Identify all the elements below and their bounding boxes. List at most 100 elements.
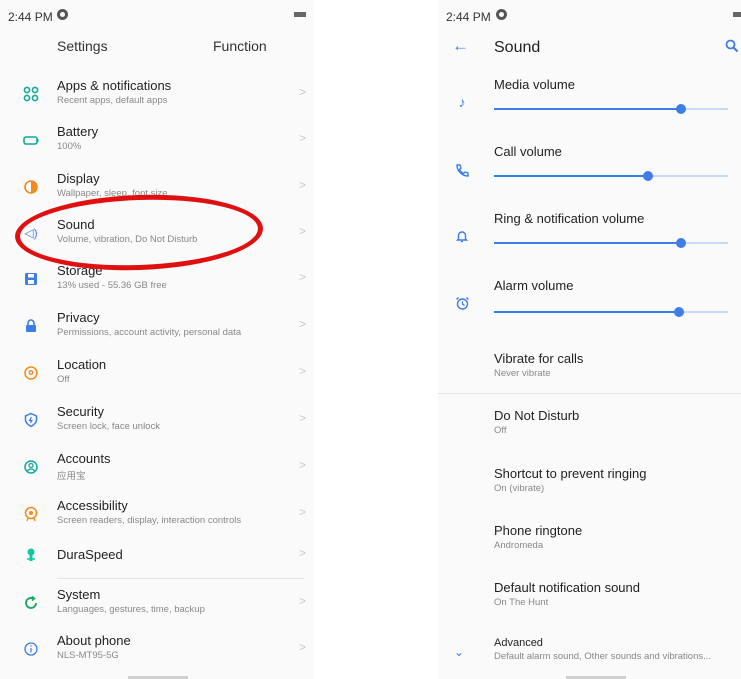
settings-item-subtitle: NLS-MT95-5G	[57, 650, 119, 661]
shortcut-prevent-ringing-item[interactable]: Shortcut to prevent ringing On (vibrate)	[438, 466, 741, 502]
pref-title: Advanced	[494, 637, 543, 649]
chevron-right-icon: >	[299, 317, 307, 331]
security-icon	[22, 411, 40, 429]
back-arrow-icon[interactable]: ←	[452, 36, 469, 56]
page-title: Sound	[494, 39, 541, 56]
slider-thumb[interactable]	[676, 238, 687, 248]
chevron-right-icon: >	[299, 224, 307, 238]
pref-subtitle: Default alarm sound, Other sounds and vi…	[494, 651, 712, 662]
settings-item-accessibility[interactable]: Accessibility Screen readers, display, i…	[0, 491, 314, 537]
battery-status-icon	[294, 12, 306, 17]
ring-volume-slider[interactable]	[494, 238, 728, 248]
phone-icon	[453, 161, 471, 179]
settings-item-subtitle: 应用宝	[57, 471, 86, 482]
sound-screen: 2:44 PM ← Sound ♪ Media volume Call volu…	[438, 0, 741, 679]
info-icon	[22, 640, 40, 658]
pref-subtitle: Andromeda	[494, 540, 544, 551]
settings-item-title: Apps & notifications	[57, 78, 172, 93]
vibrate-for-calls-item[interactable]: Vibrate for calls Never vibrate	[438, 351, 741, 387]
media-volume-slider[interactable]	[494, 104, 728, 114]
apps-icon	[22, 85, 40, 103]
divider	[57, 578, 304, 579]
pref-subtitle: On The Hunt	[494, 597, 549, 608]
call-volume-row: Call volume	[438, 144, 741, 210]
default-notification-sound-item[interactable]: Default notification sound On The Hunt	[438, 580, 741, 616]
notification-icon	[57, 9, 68, 20]
settings-item-subtitle: 13% used - 55.36 GB free	[57, 280, 167, 291]
status-time: 2:44 PM	[8, 10, 53, 24]
status-time: 2:44 PM	[446, 10, 491, 24]
settings-item-security[interactable]: Security Screen lock, face unlock >	[0, 397, 314, 443]
pref-title: Do Not Disturb	[494, 408, 580, 423]
display-icon	[22, 178, 40, 196]
settings-item-title: DuraSpeed	[57, 547, 123, 562]
settings-item-title: Accounts	[57, 451, 111, 466]
settings-item-about-phone[interactable]: About phone NLS-MT95-5G >	[0, 626, 314, 672]
settings-item-subtitle: Screen readers, display, interaction con…	[57, 515, 242, 526]
settings-item-subtitle: Screen lock, face unlock	[57, 421, 160, 432]
tab-settings[interactable]: Settings	[57, 38, 108, 54]
phone-ringtone-item[interactable]: Phone ringtone Andromeda	[438, 523, 741, 559]
settings-item-location[interactable]: Location Off >	[0, 350, 314, 396]
settings-item-title: Location	[57, 357, 107, 372]
lock-icon	[22, 317, 40, 335]
settings-item-privacy[interactable]: Privacy Permissions, account activity, p…	[0, 303, 314, 349]
accounts-icon	[22, 458, 40, 476]
chevron-right-icon: >	[299, 640, 307, 654]
media-volume-row: ♪ Media volume	[438, 77, 741, 143]
pref-subtitle: Off	[494, 425, 507, 436]
pref-title: Vibrate for calls	[494, 351, 584, 366]
settings-item-subtitle: Permissions, account activity, personal …	[57, 327, 242, 338]
location-icon	[22, 364, 40, 382]
music-note-icon: ♪	[458, 94, 466, 110]
chevron-right-icon: >	[299, 458, 307, 472]
settings-item-title: Security	[57, 404, 104, 419]
settings-header: Settings Function	[0, 36, 314, 56]
chevron-right-icon: >	[299, 411, 307, 425]
settings-item-accounts[interactable]: Accounts 应用宝 >	[0, 444, 314, 490]
settings-item-system[interactable]: System Languages, gestures, time, backup…	[0, 580, 314, 626]
settings-item-subtitle: Recent apps, default apps	[57, 95, 168, 106]
status-bar: 2:44 PM	[0, 0, 314, 30]
notification-icon	[496, 9, 507, 20]
chevron-right-icon: >	[299, 270, 307, 284]
settings-item-subtitle: Languages, gestures, time, backup	[57, 604, 205, 615]
battery-icon	[22, 131, 40, 149]
tab-function[interactable]: Function	[213, 38, 267, 54]
pref-subtitle: Never vibrate	[494, 368, 551, 379]
advanced-item[interactable]: Advanced Default alarm sound, Other soun…	[438, 637, 741, 667]
chevron-down-icon[interactable]: ⌄	[454, 645, 464, 659]
app-bar: ← Sound	[438, 30, 741, 64]
slider-thumb[interactable]	[643, 171, 654, 181]
alarm-clock-icon	[453, 294, 471, 312]
settings-item-subtitle: Off	[57, 374, 70, 385]
battery-status-icon	[733, 12, 741, 17]
slider-thumb[interactable]	[676, 104, 687, 114]
do-not-disturb-item[interactable]: Do Not Disturb Off	[438, 408, 741, 444]
settings-screen: 2:44 PM Settings Function Apps & notific…	[0, 0, 314, 679]
settings-item-battery[interactable]: Battery 100% >	[0, 117, 314, 163]
alarm-volume-slider[interactable]	[494, 307, 728, 317]
settings-item-duraspeed[interactable]: DuraSpeed >	[0, 532, 314, 578]
chevron-right-icon: >	[299, 505, 307, 519]
divider	[438, 393, 741, 394]
slider-thumb[interactable]	[673, 307, 684, 317]
pref-title: Shortcut to prevent ringing	[494, 466, 647, 481]
settings-item-apps[interactable]: Apps & notifications Recent apps, defaul…	[0, 71, 314, 117]
volume-label: Media volume	[494, 77, 575, 92]
chevron-right-icon: >	[299, 364, 307, 378]
volume-label: Call volume	[494, 144, 562, 159]
duraspeed-icon	[22, 546, 40, 564]
chevron-right-icon: >	[299, 546, 307, 560]
call-volume-slider[interactable]	[494, 171, 728, 181]
pref-subtitle: On (vibrate)	[494, 483, 545, 494]
volume-label: Alarm volume	[494, 278, 574, 293]
alarm-volume-row: Alarm volume	[438, 278, 741, 344]
ring-volume-row: Ring & notification volume	[438, 211, 741, 277]
pref-title: Default notification sound	[494, 580, 640, 595]
chevron-right-icon: >	[299, 85, 307, 99]
volume-label: Ring & notification volume	[494, 211, 645, 226]
settings-item-subtitle: 100%	[57, 141, 82, 152]
pref-title: Phone ringtone	[494, 523, 583, 538]
search-icon[interactable]	[725, 39, 739, 53]
